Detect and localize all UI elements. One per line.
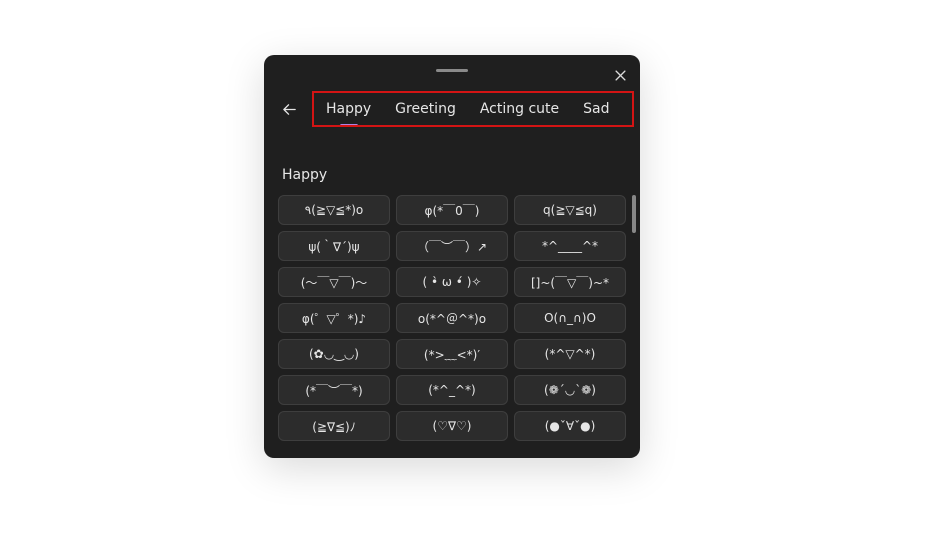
tab-sad[interactable]: Sad: [571, 93, 621, 125]
back-arrow-icon: [282, 102, 297, 117]
kaomoji-grid-wrap: ٩(≧▽≦*)oφ(*￣0￣)q(≧▽≦q) ψ(｀∇´)ψ（￣︶￣）↗*^___…: [264, 195, 640, 441]
kaomoji-button[interactable]: (❁´◡`❁): [514, 375, 626, 405]
kaomoji-button[interactable]: (*￣︶￣*): [278, 375, 390, 405]
panel-header: [264, 55, 640, 89]
kaomoji-button[interactable]: （￣︶￣）↗: [396, 231, 508, 261]
kaomoji-button[interactable]: o(*^＠^*)o: [396, 303, 508, 333]
kaomoji-button[interactable]: *^____^*: [514, 231, 626, 261]
kaomoji-button[interactable]: ψ(｀∇´)ψ: [278, 231, 390, 261]
kaomoji-button[interactable]: (✿◡‿◡): [278, 339, 390, 369]
kaomoji-button[interactable]: (≧∇≦)ﾉ: [278, 411, 390, 441]
kaomoji-button[interactable]: []~(￣▽￣)~*: [514, 267, 626, 297]
close-button[interactable]: [608, 63, 632, 87]
kaomoji-button[interactable]: ٩(≧▽≦*)o: [278, 195, 390, 225]
kaomoji-button[interactable]: (*>﹏<*)′: [396, 339, 508, 369]
close-icon: [615, 70, 626, 81]
back-button[interactable]: [274, 94, 304, 124]
kaomoji-button[interactable]: (*^▽^*): [514, 339, 626, 369]
kaomoji-button[interactable]: φ(゜▽゜*)♪: [278, 303, 390, 333]
kaomoji-button[interactable]: (♡∇♡): [396, 411, 508, 441]
tab-happy[interactable]: Happy: [314, 93, 383, 125]
kaomoji-button[interactable]: (～￣▽￣)～: [278, 267, 390, 297]
kaomoji-button[interactable]: (*^_^*): [396, 375, 508, 405]
kaomoji-button[interactable]: q(≧▽≦q): [514, 195, 626, 225]
scrollbar-thumb[interactable]: [632, 195, 636, 233]
kaomoji-panel: HappyGreetingActing cuteSad Happy ٩(≧▽≦*…: [264, 55, 640, 458]
drag-handle[interactable]: [436, 69, 468, 72]
tab-acting-cute[interactable]: Acting cute: [468, 93, 571, 125]
section-title: Happy: [282, 167, 640, 183]
kaomoji-grid: ٩(≧▽≦*)oφ(*￣0￣)q(≧▽≦q) ψ(｀∇´)ψ（￣︶￣）↗*^___…: [278, 195, 626, 441]
tab-greeting[interactable]: Greeting: [383, 93, 468, 125]
kaomoji-button[interactable]: (●ˇ∀ˇ●): [514, 411, 626, 441]
nav-row: HappyGreetingActing cuteSad: [264, 89, 640, 129]
kaomoji-button[interactable]: ( •̀ ω •́ )✧: [396, 267, 508, 297]
category-tabs-highlight: HappyGreetingActing cuteSad: [312, 91, 634, 127]
kaomoji-button[interactable]: O(∩_∩)O: [514, 303, 626, 333]
kaomoji-button[interactable]: φ(*￣0￣): [396, 195, 508, 225]
